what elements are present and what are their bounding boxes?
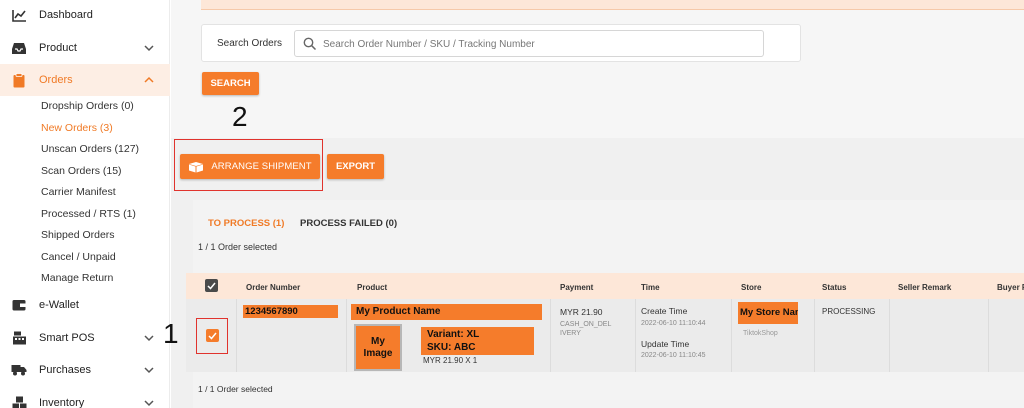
header-status: Status	[822, 283, 847, 292]
sidebar-sub-unscan-orders[interactable]: Unscan Orders (127)	[41, 141, 139, 157]
chevron-down-icon[interactable]	[143, 42, 155, 54]
column-separator	[988, 299, 989, 372]
header-seller-remark: Seller Remark	[898, 283, 952, 292]
chevron-up-icon[interactable]	[143, 74, 155, 86]
annotation-step-1: 1	[163, 318, 179, 349]
sidebar-sub-dropship-orders[interactable]: Dropship Orders (0)	[41, 98, 134, 114]
column-separator	[550, 299, 551, 372]
sidebar-sub-carrier-manifest[interactable]: Carrier Manifest	[41, 184, 116, 200]
chevron-down-icon[interactable]	[143, 397, 155, 408]
column-separator	[889, 299, 890, 372]
search-input[interactable]	[323, 35, 753, 53]
export-button[interactable]: EXPORT	[327, 154, 384, 179]
truck-icon	[11, 362, 27, 378]
check-icon	[207, 282, 216, 290]
annotation-step-2: 2	[232, 101, 248, 132]
order-number[interactable]: 1234567890	[243, 305, 338, 318]
header-buyer-remark: Buyer R	[997, 283, 1024, 292]
search-button[interactable]: SEARCH	[202, 72, 259, 95]
tab-to-process[interactable]: TO PROCESS (1)	[208, 218, 284, 229]
sidebar-item-smart-pos[interactable]: Smart POS	[0, 323, 170, 353]
status-badge: PROCESSING	[822, 307, 876, 316]
product-image-line2: Image	[363, 347, 393, 359]
header-time: Time	[641, 283, 660, 292]
product-image: My Image	[354, 324, 402, 371]
search-icon	[303, 37, 317, 51]
top-strip	[201, 0, 1024, 10]
table-row[interactable]: 1234567890 My Product Name My Image Vari…	[186, 299, 1024, 372]
chart-line-icon	[11, 7, 27, 23]
product-name[interactable]: My Product Name	[351, 304, 542, 320]
create-time-label: Create Time	[641, 306, 688, 316]
header-payment: Payment	[560, 283, 594, 292]
create-time-value: 2022-06-10 11:10:44	[641, 320, 706, 327]
select-all-checkbox[interactable]	[205, 279, 218, 292]
header-store: Store	[741, 283, 762, 292]
inbox-icon	[11, 40, 27, 56]
sidebar-item-inventory[interactable]: Inventory	[0, 388, 170, 408]
store-platform: TiktokShop	[743, 330, 778, 337]
variant-text: Variant: XL	[427, 329, 480, 340]
sidebar-sub-manage-return[interactable]: Manage Return	[41, 270, 113, 286]
sidebar-sub-new-orders[interactable]: New Orders (3)	[41, 120, 113, 136]
sidebar: Dashboard Product Orders Dropship Orders…	[0, 0, 170, 408]
boxes-icon	[11, 395, 27, 408]
search-label: Search Orders	[217, 38, 283, 49]
product-variant: Variant: XL SKU: ABC	[421, 327, 534, 355]
sku-text: SKU: ABC	[427, 342, 476, 353]
sidebar-item-purchases[interactable]: Purchases	[0, 355, 170, 385]
clipboard-icon	[11, 72, 27, 88]
arrange-shipment-button[interactable]: ARRANGE SHIPMENT	[180, 154, 320, 179]
chevron-down-icon[interactable]	[143, 364, 155, 376]
cash-register-icon	[11, 330, 27, 346]
sidebar-item-product[interactable]: Product	[0, 33, 170, 63]
box-icon	[189, 161, 204, 172]
highlight-row-checkbox	[196, 318, 228, 354]
column-separator	[635, 299, 636, 372]
sidebar-sub-scan-orders[interactable]: Scan Orders (15)	[41, 163, 122, 179]
column-separator	[731, 299, 732, 372]
chevron-down-icon[interactable]	[143, 332, 155, 344]
update-time-value: 2022-06-10 11:10:45	[641, 352, 706, 359]
selection-count-bottom: 1 / 1 Order selected	[198, 384, 273, 394]
payment-amount: MYR 21.90	[560, 307, 603, 317]
column-separator	[346, 299, 347, 372]
payment-method: CASH_ON_DEL IVERY	[560, 321, 612, 337]
search-box[interactable]	[294, 30, 764, 57]
column-separator	[236, 299, 237, 372]
table-header: Order Number Product Payment Time Store …	[186, 273, 1024, 299]
sidebar-item-orders[interactable]: Orders	[0, 64, 170, 96]
product-image-line1: My	[371, 335, 385, 347]
tab-process-failed[interactable]: PROCESS FAILED (0)	[300, 218, 397, 229]
sidebar-sub-cancel-unpaid[interactable]: Cancel / Unpaid	[41, 249, 116, 265]
sidebar-sub-processed-rts[interactable]: Processed / RTS (1)	[41, 206, 136, 222]
arrange-shipment-label: ARRANGE SHIPMENT	[211, 161, 312, 172]
header-order-number: Order Number	[246, 283, 301, 292]
store-name: My Store Name	[738, 302, 798, 324]
wallet-icon	[11, 297, 27, 313]
header-product: Product	[357, 283, 388, 292]
column-separator	[814, 299, 815, 372]
sidebar-item-dashboard[interactable]: Dashboard	[0, 0, 170, 30]
price-quantity: MYR 21.90 X 1	[423, 356, 478, 365]
search-card: Search Orders	[201, 24, 801, 62]
sidebar-item-e-wallet[interactable]: e-Wallet	[0, 290, 170, 320]
main-content: Search Orders SEARCH 2 ARRANGE SHIPMENT …	[163, 0, 1024, 408]
selection-count: 1 / 1 Order selected	[198, 242, 278, 252]
update-time-label: Update Time	[641, 339, 690, 349]
sidebar-sub-shipped-orders[interactable]: Shipped Orders	[41, 227, 115, 243]
